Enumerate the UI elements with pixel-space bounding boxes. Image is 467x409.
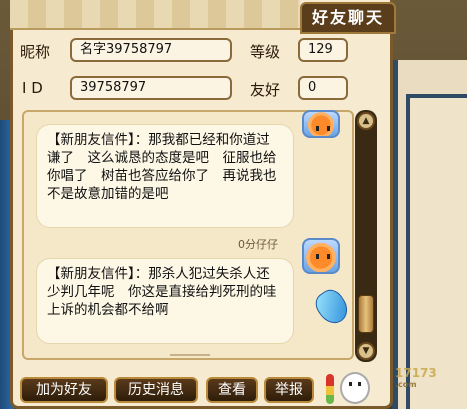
level-label: 等级 — [250, 43, 281, 61]
window-title: 好友聊天 — [300, 2, 396, 34]
report-button[interactable]: 举报 — [264, 377, 314, 403]
level-field: 129 — [298, 38, 348, 62]
friendship-label: 友好 — [250, 81, 281, 99]
friendship-field: 0 — [298, 76, 348, 100]
avatar-eyes — [316, 126, 330, 131]
view-button[interactable]: 查看 — [206, 377, 258, 403]
nickname-field: 名字39758797 — [70, 38, 232, 62]
watermark-logo: 17173 .com — [395, 366, 465, 406]
message-bubble: 【新朋友信件】：那杀人犯过失杀人还少判几年呢 你这是直接给判死刑的哇 上诉的机会… — [36, 258, 294, 344]
id-label: I D — [22, 79, 43, 97]
emoji-face — [349, 382, 361, 386]
history-button[interactable]: 历史消息 — [114, 377, 198, 403]
nickname-label: 昵称 — [20, 43, 51, 61]
scroll-down-icon[interactable]: ▼ — [357, 342, 375, 360]
chat-divider — [170, 354, 210, 356]
watermark-text: 17173 — [395, 366, 437, 380]
watermark-sub: .com — [395, 380, 417, 389]
add-friend-button[interactable]: 加为好友 — [20, 377, 108, 403]
right-window-frame — [392, 60, 467, 409]
scrollbar-thumb[interactable] — [358, 295, 374, 333]
scroll-up-icon[interactable]: ▲ — [357, 112, 375, 130]
message-sender: 0分仔仔 — [238, 238, 278, 251]
right-window-content — [406, 94, 467, 409]
panel-top-decoration — [10, 0, 300, 30]
emoji-icon[interactable] — [340, 372, 370, 404]
friend-avatar — [302, 110, 340, 138]
id-field: 39758797 — [70, 76, 232, 100]
microphone-icon[interactable] — [326, 374, 334, 404]
message-bubble: 【新朋友信件】：那我都已经和你道过谦了 这么诚恳的态度是吧 征服也给你唱了 树苗… — [36, 124, 294, 228]
avatar-eyes — [316, 254, 330, 259]
my-avatar — [302, 238, 340, 274]
